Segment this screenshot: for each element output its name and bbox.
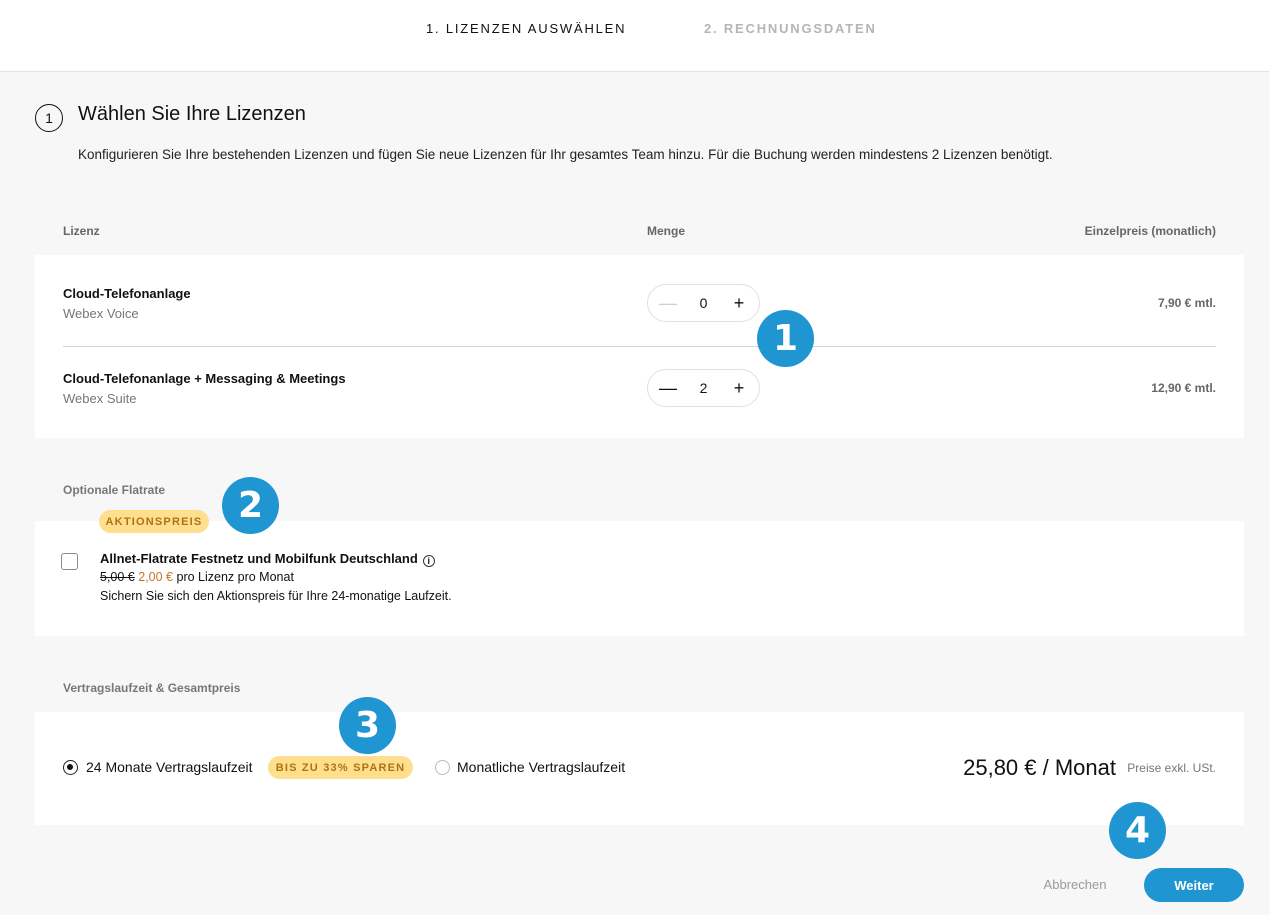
next-button[interactable]: Weiter [1144,868,1244,902]
quantity-stepper-webex-voice: — 0 + [647,284,760,322]
annotation-marker-2: 2 [222,477,279,534]
flatrate-title: Allnet-Flatrate Festnetz und Mobilfunk D… [100,551,435,567]
radio-label-monthly[interactable]: Monatliche Vertragslaufzeit [457,759,625,775]
annotation-marker-4: 4 [1109,802,1166,859]
increment-button[interactable]: + [721,285,757,321]
price-suffix: pro Lizenz pro Monat [176,570,294,584]
page-title: Wählen Sie Ihre Lizenzen [78,103,306,125]
decrement-button[interactable]: — [650,370,686,406]
license-price: 12,90 € mtl. [1151,381,1216,395]
flatrate-card: Allnet-Flatrate Festnetz und Mobilfunk D… [35,521,1244,636]
column-header-quantity: Menge [647,224,686,238]
flatrate-title-text: Allnet-Flatrate Festnetz und Mobilfunk D… [100,551,418,566]
license-price: 7,90 € mtl. [1157,296,1216,310]
column-header-license: Lizenz [63,224,100,238]
radio-24-months[interactable] [63,760,78,775]
step-select-licenses: 1. LIZENZEN AUSWÄHLEN [426,21,627,36]
cancel-button[interactable]: Abbrechen [1028,869,1122,900]
license-name: Cloud-Telefonanlage [63,286,191,301]
row-divider [63,346,1216,347]
progress-header: 1. LIZENZEN AUSWÄHLEN 2. RECHNUNGSDATEN [0,0,1269,72]
flatrate-section-label: Optionale Flatrate [63,483,166,497]
increment-button[interactable]: + [721,370,757,406]
contract-section-label: Vertragslaufzeit & Gesamtpreis [63,681,241,695]
radio-monthly[interactable] [435,760,450,775]
promo-price: 2,00 € [138,570,174,584]
step-billing-data: 2. RECHNUNGSDATEN [704,21,877,36]
total-price-note: Preise exkl. USt. [1127,761,1216,775]
licenses-card: Cloud-Telefonanlage Webex Voice — 0 + 7,… [35,255,1244,438]
savings-badge: BIS ZU 33% SPAREN [268,756,413,779]
license-product: Webex Voice [63,306,139,321]
old-price: 5,00 € [100,570,135,584]
promo-badge: AKTIONSPREIS [99,510,209,533]
quantity-value[interactable]: 0 [684,285,723,321]
radio-label-24-months[interactable]: 24 Monate Vertragslaufzeit [86,759,253,775]
license-name: Cloud-Telefonanlage + Messaging & Meetin… [63,371,346,386]
quantity-stepper-webex-suite: — 2 + [647,369,760,407]
license-product: Webex Suite [63,391,137,406]
annotation-marker-1: 1 [757,310,814,367]
info-icon[interactable]: i [422,555,435,567]
annotation-marker-3: 3 [339,697,396,754]
column-header-unit-price: Einzelpreis (monatlich) [1084,224,1216,238]
flatrate-price: 5,00 € 2,00 € pro Lizenz pro Monat [100,570,294,584]
flatrate-checkbox[interactable] [61,553,78,570]
contract-card: 24 Monate Vertragslaufzeit Monatliche Ve… [35,712,1244,825]
quantity-value[interactable]: 2 [684,370,723,406]
decrement-button[interactable]: — [650,285,686,321]
section-number-badge: 1 [35,104,63,132]
page-description: Konfigurieren Sie Ihre bestehenden Lizen… [78,147,1053,162]
total-price: 25,80 € / Monat [963,755,1116,780]
flatrate-note: Sichern Sie sich den Aktionspreis für Ih… [100,589,452,603]
